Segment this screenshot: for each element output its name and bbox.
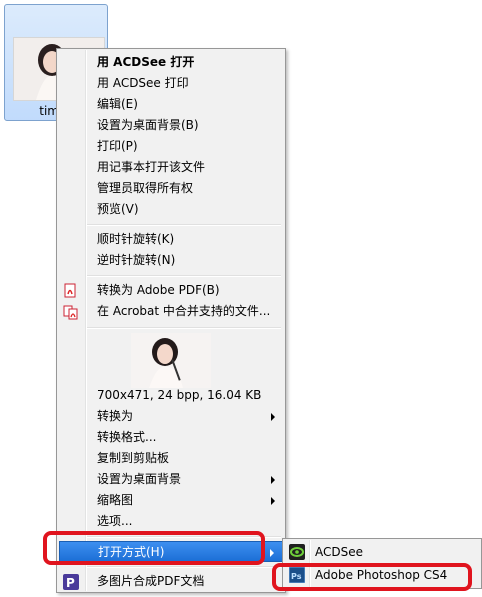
menu-separator — [87, 566, 281, 568]
menu-item-copy-clipboard[interactable]: 复制到剪贴板 — [59, 448, 283, 469]
svg-text:Ps: Ps — [291, 572, 302, 581]
menu-item-merge-acrobat[interactable]: 在 Acrobat 中合并支持的文件... — [59, 301, 283, 322]
menu-item-open-notepad[interactable]: 用记事本打开该文件 — [59, 157, 283, 178]
pdf-icon — [63, 283, 79, 299]
menu-separator — [87, 327, 281, 329]
file-name-label: tim — [39, 104, 59, 118]
submenu-arrow-icon — [271, 476, 275, 484]
menu-item-rotate-cw[interactable]: 顺时针旋转(K) — [59, 229, 283, 250]
submenu-item-acdsee[interactable]: ACDSee — [285, 541, 479, 563]
pdf-merge-icon: P — [63, 574, 79, 590]
menu-item-edit[interactable]: 编辑(E) — [59, 94, 283, 115]
menu-item-set-desktop-bg[interactable]: 设置为桌面背景 — [59, 469, 283, 490]
menu-item-print-acdsee[interactable]: 用 ACDSee 打印 — [59, 73, 283, 94]
photoshop-icon: Ps — [288, 566, 306, 584]
menu-item-set-wallpaper[interactable]: 设置为桌面背景(B) — [59, 115, 283, 136]
submenu-arrow-icon — [271, 413, 275, 421]
acrobat-merge-icon — [63, 304, 79, 320]
image-preview — [131, 333, 211, 388]
open-with-submenu: ACDSee Ps Adobe Photoshop CS4 — [282, 538, 482, 589]
image-info-text: 700x471, 24 bpp, 16.04 KB — [97, 388, 262, 402]
context-menu: 用 ACDSee 打开 用 ACDSee 打印 编辑(E) 设置为桌面背景(B)… — [56, 48, 286, 593]
submenu-item-photoshop[interactable]: Ps Adobe Photoshop CS4 — [285, 564, 479, 586]
menu-item-thumbnail[interactable]: 缩略图 — [59, 490, 283, 511]
menu-item-convert-format[interactable]: 转换格式... — [59, 427, 283, 448]
menu-item-take-ownership[interactable]: 管理员取得所有权 — [59, 178, 283, 199]
menu-item-open-acdsee[interactable]: 用 ACDSee 打开 — [59, 52, 283, 73]
menu-item-options[interactable]: 选项... — [59, 511, 283, 532]
menu-item-convert-to[interactable]: 转换为 — [59, 406, 283, 427]
svg-text:P: P — [66, 576, 75, 590]
menu-item-rotate-ccw[interactable]: 逆时针旋转(N) — [59, 250, 283, 271]
menu-item-open-with[interactable]: 打开方式(H) — [59, 541, 283, 562]
menu-separator — [87, 224, 281, 226]
submenu-arrow-icon — [270, 549, 274, 557]
menu-separator — [87, 275, 281, 277]
menu-item-convert-pdf[interactable]: 转换为 Adobe PDF(B) — [59, 280, 283, 301]
menu-item-print[interactable]: 打印(P) — [59, 136, 283, 157]
acdsee-icon — [289, 544, 305, 560]
submenu-arrow-icon — [271, 497, 275, 505]
menu-separator — [87, 536, 281, 538]
menu-item-preview[interactable]: 预览(V) — [59, 199, 283, 220]
